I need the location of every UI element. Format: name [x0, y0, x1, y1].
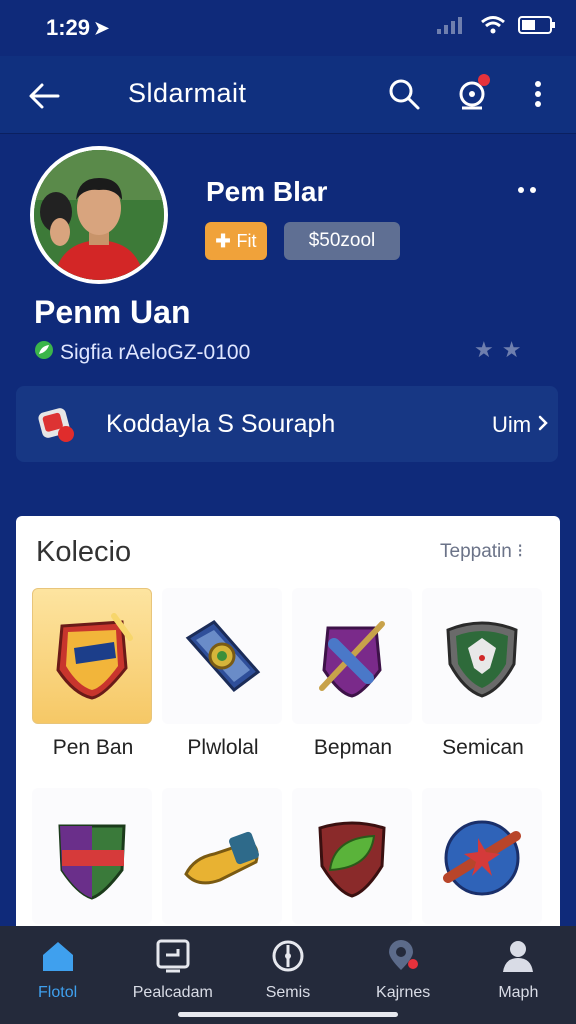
collection-item-label: Bepman: [313, 736, 393, 759]
verified-leaf-icon: [34, 340, 54, 366]
nav-item-label: Semis: [265, 984, 311, 1001]
collection-item[interactable]: Pen Ban: [32, 588, 154, 760]
status-time: 1:29: [46, 15, 91, 40]
star-icon: ★: [474, 337, 494, 362]
chevron-right-icon: [537, 412, 549, 438]
linked-account-label: Koddayla S Souraph: [106, 410, 336, 438]
profile-header: Pem Blar ✚ Fit $50zool Penm Uan Sigfia r…: [0, 134, 576, 384]
collection-item-label: Plwlolal: [187, 736, 259, 759]
wolf-shield-icon: [422, 588, 542, 724]
collection-panel: Kolecio Teppatin ⁝ Pen Ban Plwlolal Bepm…: [16, 516, 560, 936]
collection-filter-text: Teppatin: [440, 541, 512, 562]
nav-item-profile[interactable]: Maph: [461, 926, 576, 1024]
profile-display-name: Pem Blar: [206, 176, 328, 207]
game-controller-icon: [36, 404, 76, 444]
profile-subtitle-text: Sigfia rAeloGZ-0100: [60, 341, 251, 364]
profile-subtitle: Sigfia rAeloGZ-0100: [34, 340, 250, 366]
linked-account-action[interactable]: Uim: [492, 412, 549, 438]
balance-badge[interactable]: $50zool: [284, 222, 400, 260]
more-vertical-icon: ⁝: [517, 541, 524, 562]
nav-item-label: Pealcadam: [132, 984, 213, 1001]
profile-name: Penm Uan: [34, 294, 191, 330]
compass-icon: [268, 936, 308, 976]
more-vertical-icon[interactable]: [522, 74, 554, 114]
plus-icon: ✚: [215, 230, 231, 251]
collection-item-label: Pen Ban: [52, 736, 134, 759]
page-title: Sldarmait: [128, 78, 247, 108]
nav-item-board[interactable]: Pealcadam: [115, 926, 230, 1024]
nav-item-location[interactable]: Kajrnes: [346, 926, 461, 1024]
collection-item[interactable]: Semican: [422, 588, 544, 760]
signal-icon: [436, 15, 468, 41]
notification-icon[interactable]: [452, 72, 496, 116]
nav-item-compass[interactable]: Semis: [230, 926, 345, 1024]
location-icon: [383, 936, 423, 976]
crossed-sword-icon: [292, 588, 412, 724]
orb-icon: [422, 788, 542, 924]
collection-title: Kolecio: [36, 536, 132, 568]
emblem-shield-icon: [32, 588, 152, 724]
location-arrow-icon: ➤: [94, 17, 110, 38]
home-indicator: [178, 1012, 398, 1017]
nav-item-label: Maph: [498, 984, 539, 1001]
level-badge-text: Fit: [236, 230, 257, 251]
collection-item[interactable]: [162, 788, 284, 936]
collection-item[interactable]: [422, 788, 544, 936]
battery-icon: [518, 15, 556, 41]
home-icon: [38, 936, 78, 976]
board-icon: [153, 936, 193, 976]
collection-filter[interactable]: Teppatin ⁝: [440, 540, 523, 563]
bottom-navigation: Flotol Pealcadam Semis Kajrnes Maph: [0, 926, 576, 1024]
collection-item-label: Semican: [442, 736, 524, 759]
level-badge[interactable]: ✚ Fit: [205, 222, 267, 260]
star-icon: ★: [501, 337, 522, 362]
app-bar: Sldarmait: [0, 56, 576, 134]
nav-item-home[interactable]: Flotol: [0, 926, 115, 1024]
wifi-icon: [480, 15, 506, 41]
balance-badge-text: $50zool: [308, 230, 376, 251]
golden-scroll-icon: [162, 788, 282, 924]
linked-account-card[interactable]: Koddayla S Souraph Uim: [16, 386, 558, 462]
collection-item[interactable]: [292, 788, 414, 936]
collection-item[interactable]: [32, 788, 154, 936]
nav-item-label: Flotol: [38, 984, 78, 1001]
more-horizontal-icon[interactable]: [512, 178, 542, 202]
aleoxo-shield-icon: [32, 788, 152, 924]
back-arrow-icon[interactable]: [24, 76, 64, 116]
person-icon: [498, 936, 538, 976]
collection-item[interactable]: Bepman: [292, 588, 414, 760]
rating-stars: ★ ★: [474, 337, 521, 363]
linked-account-action-text: Uim: [492, 412, 532, 437]
sword-badge-icon: [162, 588, 282, 724]
nav-item-label: Kajrnes: [376, 984, 431, 1001]
search-icon[interactable]: [384, 74, 424, 114]
leaf-shield-icon: [292, 788, 412, 924]
collection-item[interactable]: Plwlolal: [162, 588, 284, 760]
avatar[interactable]: [30, 146, 168, 284]
status-bar: 1:29 ➤: [0, 0, 576, 56]
